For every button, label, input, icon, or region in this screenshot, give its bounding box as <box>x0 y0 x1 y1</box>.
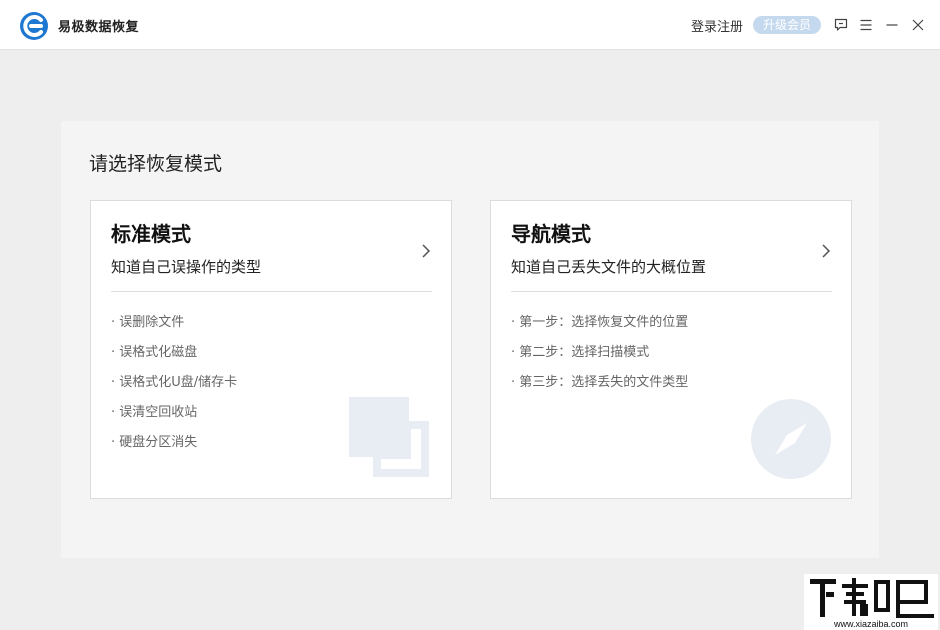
svg-text:www.xiazaiba.com: www.xiazaiba.com <box>833 619 908 629</box>
list-item: · 误删除文件 <box>111 315 185 330</box>
minimize-button[interactable] <box>881 14 903 36</box>
overlapping-squares-icon <box>349 397 429 477</box>
list-item: · 误格式化磁盘 <box>111 345 198 360</box>
standard-mode-card[interactable]: 标准模式 知道自己误操作的类型 · 误删除文件 · 误格式化磁盘 · 误格式化U… <box>90 200 452 499</box>
feedback-icon <box>834 18 848 31</box>
chevron-right-icon <box>822 244 831 258</box>
close-button[interactable] <box>907 14 929 36</box>
divider <box>511 291 832 292</box>
steps-list: · 第一步：选择恢复文件的位置 · 第二步：选择扫描模式 · 第三步：选择丢失的… <box>511 314 688 404</box>
close-icon <box>912 19 924 31</box>
scenario-list: · 误删除文件 · 误格式化磁盘 · 误格式化U盘/储存卡 · 误清空回收站 ·… <box>111 314 237 464</box>
title-bar: 易极数据恢复 登录注册 升级会员 <box>0 0 940 50</box>
compass-icon <box>751 399 831 479</box>
app-title: 易极数据恢复 <box>58 20 140 35</box>
list-item: · 误格式化U盘/储存卡 <box>111 375 238 390</box>
menu-icon <box>860 19 872 31</box>
upgrade-member-button[interactable]: 升级会员 <box>753 16 821 34</box>
list-item: · 误清空回收站 <box>111 405 198 420</box>
list-item: · 硬盘分区消失 <box>111 435 198 450</box>
list-item: · 第一步：选择恢复文件的位置 <box>511 315 689 330</box>
login-register-link[interactable]: 登录注册 <box>691 16 743 35</box>
divider <box>111 291 432 292</box>
feedback-button[interactable] <box>830 14 852 36</box>
list-item: · 第三步：选择丢失的文件类型 <box>511 375 689 390</box>
card-subtitle: 知道自己丢失文件的大概位置 <box>511 258 707 276</box>
logo-icon <box>20 12 48 40</box>
site-watermark-logo: www.xiazaiba.com <box>804 574 938 630</box>
card-title: 导航模式 <box>511 222 591 246</box>
card-subtitle: 知道自己误操作的类型 <box>111 258 262 276</box>
menu-button[interactable] <box>855 14 877 36</box>
card-title: 标准模式 <box>111 222 191 246</box>
list-item: · 第二步：选择扫描模式 <box>511 345 650 360</box>
minimize-icon <box>886 24 898 26</box>
recovery-mode-panel: 请选择恢复模式 标准模式 知道自己误操作的类型 · 误删除文件 · 误格式化磁盘… <box>61 121 879 558</box>
guide-mode-card[interactable]: 导航模式 知道自己丢失文件的大概位置 · 第一步：选择恢复文件的位置 · 第二步… <box>490 200 852 499</box>
page-title: 请选择恢复模式 <box>89 153 223 175</box>
chevron-right-icon <box>422 244 431 258</box>
